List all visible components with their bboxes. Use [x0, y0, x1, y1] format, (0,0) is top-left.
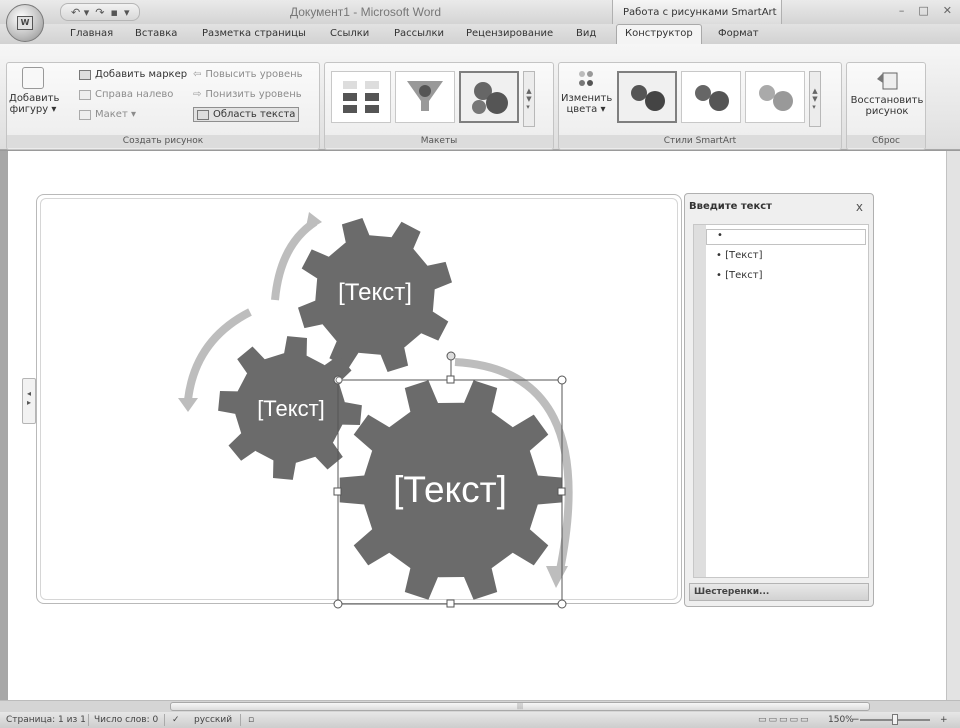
status-separator — [240, 714, 241, 726]
resize-handle-s[interactable] — [446, 599, 455, 608]
horizontal-scroll-thumb[interactable]: ||| — [170, 702, 870, 711]
arrowhead-right — [546, 566, 568, 588]
gear-large-label[interactable]: [Текст] — [380, 469, 520, 511]
status-separator — [164, 714, 165, 726]
gear-small-label[interactable]: [Текст] — [320, 279, 430, 307]
text-pane-item-active[interactable]: • — [706, 229, 866, 245]
text-pane-close-button[interactable]: x — [856, 200, 863, 214]
text-pane-body[interactable]: • • [Текст] • [Текст] — [693, 224, 869, 578]
resize-handle-w[interactable] — [333, 487, 342, 496]
arrowhead-top — [305, 212, 322, 232]
text-pane-margin — [694, 225, 706, 577]
status-separator — [88, 714, 89, 726]
resize-handle-se[interactable] — [557, 599, 567, 609]
page-count[interactable]: Страница: 1 из 1 — [6, 715, 86, 725]
text-pane: Введите текст x • • [Текст] • [Текст] Ше… — [684, 193, 874, 607]
zoom-level[interactable]: 150% — [828, 715, 854, 725]
spelling-check-icon[interactable]: ✓ — [172, 715, 180, 725]
macro-recording-icon[interactable]: ▫ — [248, 715, 254, 725]
status-bar: Страница: 1 из 1 Число слов: 0 ✓ русский… — [0, 712, 960, 728]
resize-handle-n[interactable] — [446, 375, 455, 384]
arrowhead-left — [178, 398, 198, 412]
office-button[interactable]: W — [6, 4, 44, 42]
text-pane-footer-link[interactable]: Шестеренки... — [689, 583, 869, 601]
text-pane-item[interactable]: • [Текст] — [716, 250, 763, 261]
text-pane-item[interactable]: • [Текст] — [716, 270, 763, 281]
text-pane-title: Введите текст — [689, 201, 772, 212]
resize-handle-ne[interactable] — [557, 375, 567, 385]
horizontal-scrollbar[interactable]: ||| — [0, 700, 960, 712]
office-logo-icon: W — [17, 16, 33, 30]
zoom-slider-thumb[interactable] — [892, 714, 898, 725]
language-indicator[interactable]: русский — [194, 715, 232, 725]
rotation-handle[interactable] — [446, 351, 456, 361]
zoom-in-button[interactable]: + — [940, 715, 948, 725]
resize-handle-e[interactable] — [557, 487, 566, 496]
gear-handle-dot — [335, 376, 343, 384]
view-buttons[interactable]: ▭▭▭▭▭ — [758, 715, 811, 725]
zoom-out-button[interactable]: − — [852, 715, 860, 725]
word-count[interactable]: Число слов: 0 — [94, 715, 158, 725]
resize-handle-sw[interactable] — [333, 599, 343, 609]
gear-medium-label[interactable]: [Текст] — [236, 396, 346, 422]
